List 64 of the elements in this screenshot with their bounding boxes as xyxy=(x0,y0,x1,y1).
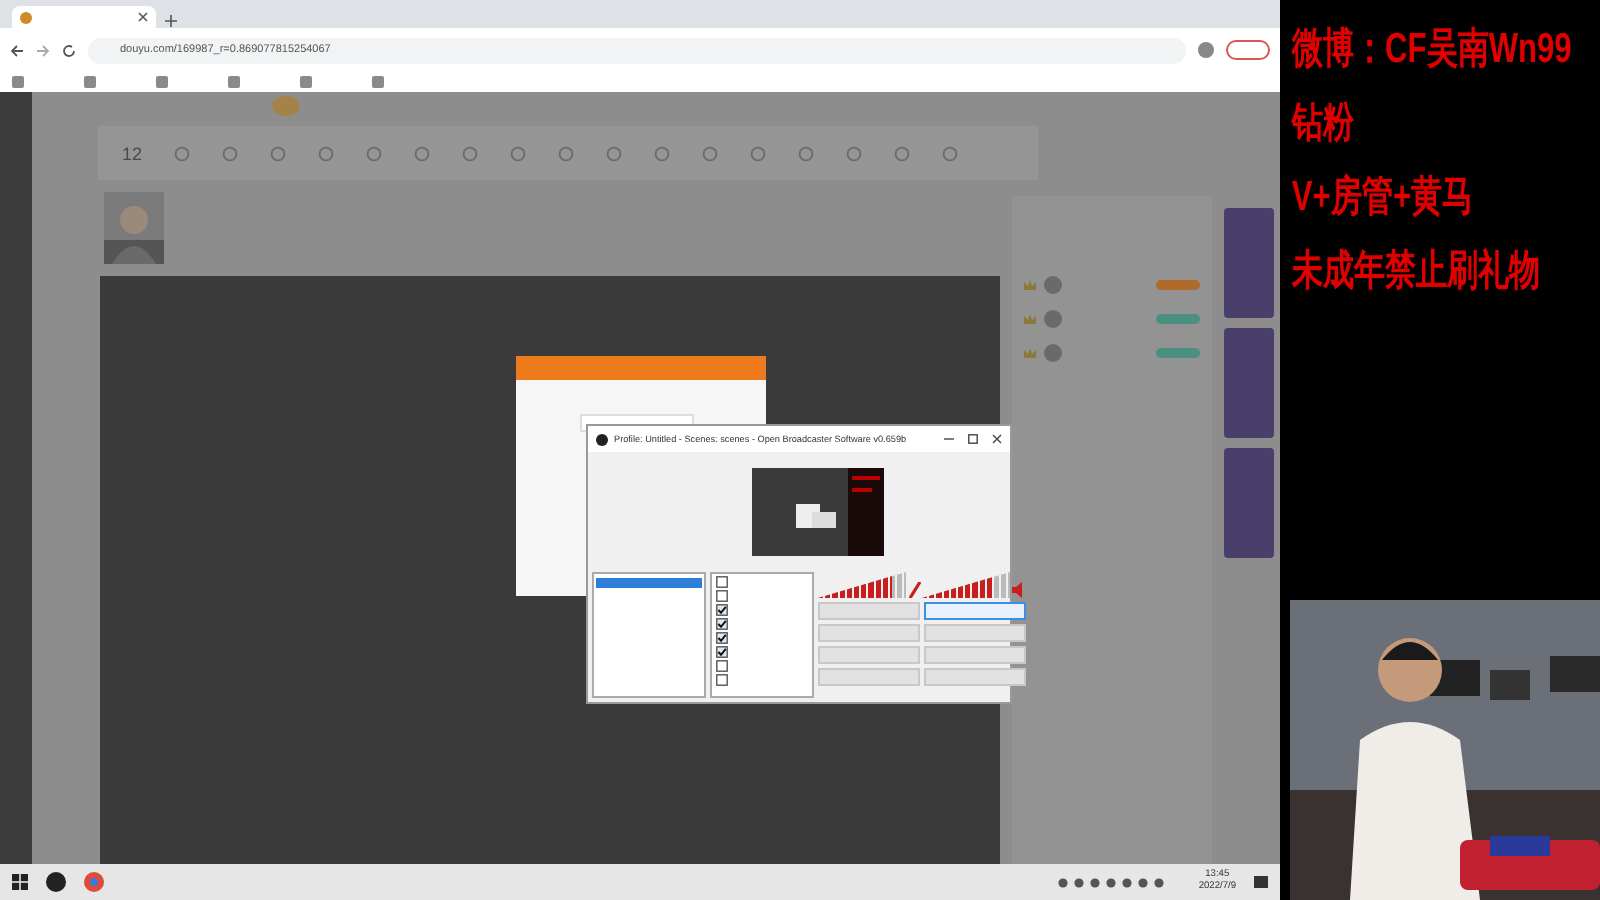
checkbox[interactable] xyxy=(716,617,728,629)
bookmark-icon[interactable] xyxy=(300,76,312,88)
back-icon[interactable] xyxy=(10,43,24,57)
button[interactable] xyxy=(924,668,1026,686)
forward-icon[interactable] xyxy=(36,43,50,57)
notification-icon[interactable] xyxy=(1254,875,1268,889)
bookmark-icon[interactable] xyxy=(228,76,240,88)
button[interactable] xyxy=(924,624,1026,642)
crown-icon xyxy=(1024,348,1036,358)
toolbar-icon[interactable] xyxy=(270,145,287,161)
toolbar-icon[interactable] xyxy=(558,145,575,161)
toolbar-icon[interactable] xyxy=(366,145,383,161)
minimize-icon[interactable] xyxy=(944,434,954,444)
sources-list[interactable] xyxy=(710,572,814,698)
checkbox[interactable] xyxy=(716,575,728,587)
level-badge xyxy=(1156,314,1200,324)
overlay-text: 未成年禁止刷礼物 xyxy=(1291,246,1541,298)
logo-icon xyxy=(272,95,300,115)
toolbar-icon[interactable] xyxy=(894,145,911,161)
preview-drawing xyxy=(751,468,883,556)
button[interactable] xyxy=(924,602,1026,620)
toolbar-icon[interactable] xyxy=(702,145,719,161)
favicon-icon xyxy=(20,11,32,23)
plus-icon[interactable] xyxy=(164,14,178,28)
bookmark-icon[interactable] xyxy=(84,76,96,88)
count-label: 12 xyxy=(122,143,143,163)
toolbar-icon[interactable] xyxy=(318,145,335,161)
overlay-text: 钻粉 xyxy=(1291,98,1354,150)
profile-pill[interactable] xyxy=(1226,40,1270,60)
crown-icon xyxy=(1024,314,1036,324)
toolbar-icon[interactable] xyxy=(606,145,623,161)
scenes-list[interactable] xyxy=(592,572,706,698)
checkbox[interactable] xyxy=(716,673,728,685)
crown-icon xyxy=(1024,280,1036,290)
maximize-icon[interactable] xyxy=(968,434,978,444)
toolbar-icon[interactable] xyxy=(174,145,191,161)
checkbox[interactable] xyxy=(716,631,728,643)
bookmark-icon[interactable] xyxy=(372,76,384,88)
button[interactable] xyxy=(924,646,1026,664)
reload-icon[interactable] xyxy=(62,43,76,57)
toolbar-icon[interactable] xyxy=(798,145,815,161)
toolbar-icon[interactable] xyxy=(222,145,239,161)
close-icon[interactable] xyxy=(992,434,1002,444)
overlay-text: V+房管+黄马 xyxy=(1291,171,1474,224)
toolbar-icon[interactable] xyxy=(750,145,767,161)
toolbar-icon[interactable] xyxy=(414,145,431,161)
level-badge xyxy=(1156,348,1200,358)
app-icon xyxy=(596,433,608,445)
bookmark-icon[interactable] xyxy=(156,76,168,88)
toolbar-icon[interactable] xyxy=(462,145,479,161)
toolbar-icon[interactable] xyxy=(654,145,671,161)
checkbox[interactable] xyxy=(716,645,728,657)
profile-icon[interactable] xyxy=(1198,42,1214,58)
checkbox[interactable] xyxy=(716,659,728,671)
toolbar-icon[interactable] xyxy=(510,145,527,161)
toolbar-icon[interactable] xyxy=(942,145,959,161)
checkbox[interactable] xyxy=(716,603,728,615)
overlay-text: 微博：CF吴南Wn99 xyxy=(1291,24,1572,76)
start-icon[interactable] xyxy=(12,874,28,890)
close-icon[interactable] xyxy=(138,12,148,22)
checkbox[interactable] xyxy=(716,589,728,601)
bookmark-icon[interactable] xyxy=(12,76,24,88)
level-badge xyxy=(1156,280,1200,290)
toolbar-icon[interactable] xyxy=(846,145,863,161)
